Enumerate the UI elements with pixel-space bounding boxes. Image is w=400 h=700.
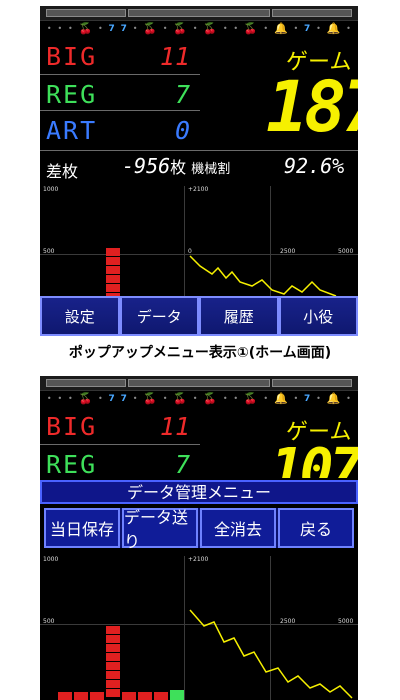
status-bar [40,376,358,391]
divider [40,110,200,111]
reg-count: 7 [174,450,190,479]
dot-icon: • [293,24,299,33]
blue-seven-icon: 7 [108,394,115,404]
popup-buttons: 当日保存 データ送り 全消去 戻る [44,508,354,551]
reg-label: REG [46,450,98,479]
blue-seven-icon: 7 [304,394,311,404]
dot-icon: • [67,24,73,33]
cherry-icon: 🍒 [143,22,157,35]
cherry-icon: 🍒 [203,392,218,405]
blue-seven-icon: 7 [108,24,115,34]
dot-icon: • [192,394,198,403]
blue-seven-icon: 7 [304,24,311,34]
dot-icon: • [233,24,239,33]
settings-button[interactable]: 設定 [40,296,120,336]
big-label: BIG [46,42,98,71]
caption: ポップアップメニュー表示①(ホーム画面) [68,345,332,361]
cherry-icon: 🍒 [78,392,93,405]
payout-label: 機械割 [191,162,231,177]
dot-icon: • [263,24,269,33]
cherry-icon: 🍒 [203,22,218,35]
dot-icon: • [46,24,52,33]
clear-all-button[interactable]: 全消去 [200,508,276,548]
art-count: 0 [174,116,190,145]
cherry-icon: 🍒 [173,22,187,35]
big-label: BIG [46,412,98,441]
divider [40,74,200,75]
big-count: 11 [159,412,190,441]
graph-area: 1000 500 +2100 2500 5000 [40,556,358,700]
slump-line [189,255,337,296]
dot-icon: • [233,394,239,403]
dot-icon: • [98,24,103,33]
payout-value: 92.6 [284,154,333,178]
bottom-menu: 設定 データ 履歴 小役 [40,296,358,336]
cherry-icon: 🍒 [173,392,187,405]
graph-svg [58,609,353,700]
bell-icon: 🔔 [273,392,288,405]
diff-label: 差枚 [46,162,79,181]
dot-icon: • [132,394,138,403]
game-count: 187 [266,66,358,148]
diff-unit: 枚 [170,158,187,177]
divider [40,444,200,445]
dot-icon: • [346,394,351,403]
dot-icon: • [293,394,299,403]
bonus-bars [58,626,184,700]
popup-title: データ管理メニュー [40,480,358,504]
dot-icon: • [263,394,269,403]
bonus-bar [106,248,120,296]
cherry-icon: 🍒 [78,22,93,35]
dot-icon: • [162,394,168,403]
reg-label: REG [46,80,98,109]
history-button[interactable]: 履歴 [199,296,279,336]
diff-value-group: -956枚 機械割 [122,154,230,178]
dot-icon: • [222,24,228,33]
game-count: 107 [270,442,358,478]
slump-line [189,609,353,699]
dot-icon: • [222,394,228,403]
dot-icon: • [346,24,351,33]
dot-icon: • [57,394,63,403]
save-today-button[interactable]: 当日保存 [44,508,120,548]
dot-icon: • [98,394,103,403]
cherry-icon: 🍒 [243,22,258,35]
blue-seven-icon: 7 [120,24,127,34]
dot-icon: • [162,24,168,33]
dot-icon: • [132,24,138,33]
status-bar [40,6,358,21]
graph-area: 1000 500 +2100 0 2500 5000 [40,186,358,296]
small-role-button[interactable]: 小役 [278,296,358,336]
reel-symbol-strip: • • • 🍒 • 7 7 • 🍒 • 🍒 • 🍒 • • 🍒 • 🔔 • 7 • 🔔 • [40,390,358,408]
back-button[interactable]: 戻る [278,508,354,548]
payout-unit: % [332,154,345,178]
dot-icon: • [316,394,321,403]
dot-icon: • [67,394,73,403]
dot-icon: • [46,394,52,403]
reg-count: 7 [174,80,190,109]
cherry-icon: 🍒 [243,392,258,405]
cherry-icon: 🍒 [143,392,157,405]
bell-icon: 🔔 [326,22,341,35]
send-data-button[interactable]: データ送り [122,508,198,551]
graph-svg [106,248,337,296]
dot-icon: • [192,24,198,33]
art-label: ART [46,116,98,145]
home-screen: • • • 🍒 • 7 7 • 🍒 • 🍒 • 🍒 • • 🍒 • 🔔 • 7 • 🔔 • BIG 11 REG 7 ART… [40,6,358,336]
blue-seven-icon: 7 [120,394,127,404]
bell-icon: 🔔 [326,392,341,405]
dot-icon: • [316,24,321,33]
divider [40,150,358,151]
payout-group: 92.6% [284,154,344,178]
reel-symbol-strip: • • • 🍒 • 7 7 • 🍒 • 🍒 • 🍒 • • 🍒 • 🔔 • 7 • 🔔 • [40,20,358,38]
big-count: 11 [159,42,190,71]
diff-value: -956 [122,154,171,178]
bell-icon: 🔔 [273,22,288,35]
data-menu-screen: • • • 🍒 • 7 7 • 🍒 • 🍒 • 🍒 • • 🍒 • 🔔 • 7 • 🔔 • BIG 11 REG 7 ゲーム… [40,376,358,700]
data-button[interactable]: データ [119,296,199,336]
dot-icon: • [57,24,63,33]
